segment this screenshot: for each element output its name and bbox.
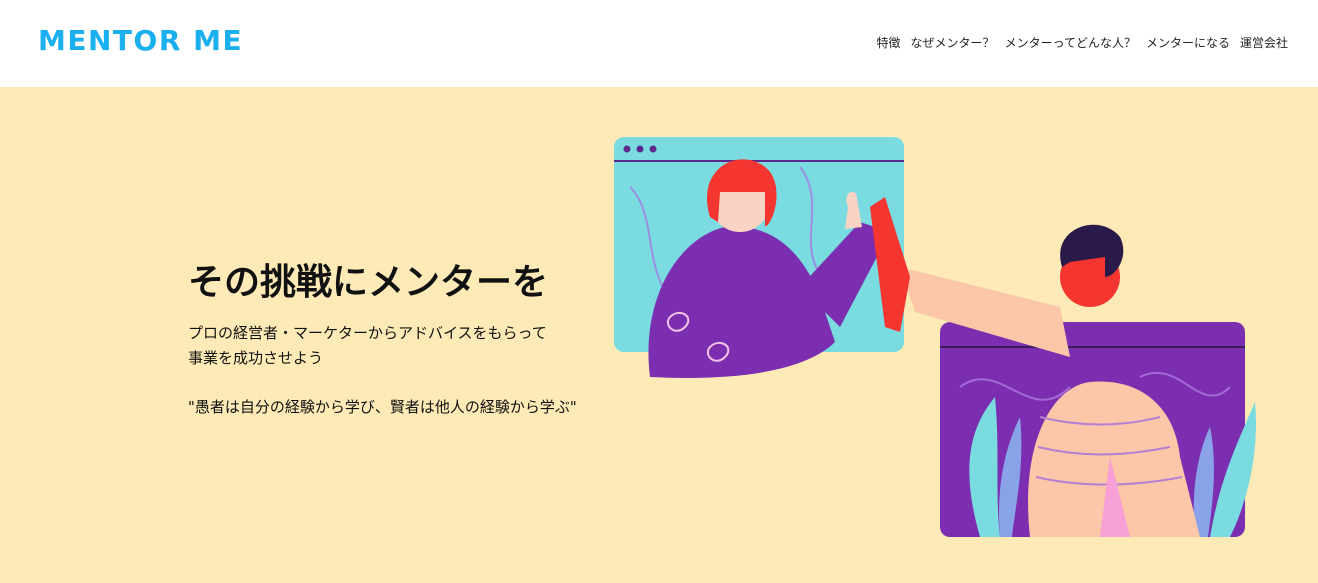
hero-subtext-line2: 事業を成功させよう xyxy=(188,349,324,367)
hero-headline: その挑戦にメンターを xyxy=(188,262,549,303)
hero-subtext-line1: プロの経営者・マーケターからアドバイスをもらって xyxy=(188,324,547,342)
hero-quote: "愚者は自分の経験から学び、賢者は他人の経験から学ぶ" xyxy=(188,398,577,416)
site-header: MENTOR ME 特徴 なぜメンター？ メンターってどんな人？ メンターになる… xyxy=(0,0,1318,87)
nav-item-why-mentor[interactable]: なぜメンター？ xyxy=(911,34,995,51)
nav-item-company[interactable]: 運営会社 xyxy=(1240,34,1288,51)
hero-subtext: プロの経営者・マーケターからアドバイスをもらって 事業を成功させよう xyxy=(188,321,547,371)
main-nav: 特徴 なぜメンター？ メンターってどんな人？ メンターになる 運営会社 xyxy=(877,34,1288,51)
nav-item-become-mentor[interactable]: メンターになる xyxy=(1146,34,1230,51)
logo[interactable]: MENTOR ME xyxy=(38,24,243,57)
hero-section: その挑戦にメンターを プロの経営者・マーケターからアドバイスをもらって 事業を成… xyxy=(0,87,1318,583)
high-five-illustration xyxy=(614,137,1256,537)
nav-item-who-are-mentors[interactable]: メンターってどんな人？ xyxy=(1005,34,1136,51)
nav-item-features[interactable]: 特徴 xyxy=(877,34,901,51)
